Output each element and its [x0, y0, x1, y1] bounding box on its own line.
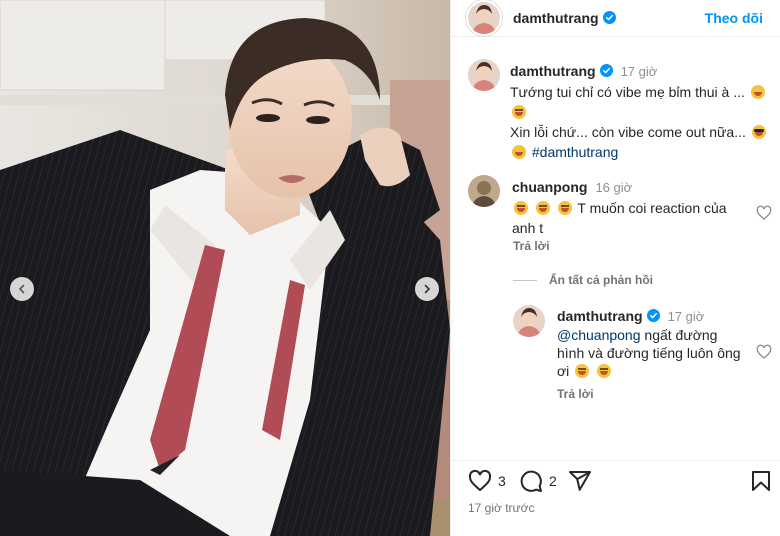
- caption-text-block: damthutrang 17 giờ Tướng tui chỉ có vibe …: [510, 61, 772, 162]
- caption-avatar[interactable]: [468, 59, 500, 91]
- reply-like-button[interactable]: [756, 344, 772, 360]
- reply-text-block: damthutrang 17 giờ @chuanpong ngất đường …: [557, 307, 747, 380]
- laughing-emoji-icon: [512, 105, 526, 119]
- comment-timestamp[interactable]: 16 giờ: [595, 180, 632, 195]
- comment-like-button[interactable]: [756, 205, 772, 221]
- reply-author-avatar[interactable]: [513, 305, 545, 337]
- verified-badge-icon: [646, 309, 660, 322]
- carousel-next-button[interactable]: [415, 277, 439, 301]
- caption-timestamp[interactable]: 17 giờ: [621, 64, 658, 79]
- chevron-right-icon: [424, 284, 431, 294]
- comment-bubble-icon: [520, 470, 542, 492]
- reply-username[interactable]: damthutrang: [557, 308, 643, 324]
- reply-timestamp[interactable]: 17 giờ: [668, 309, 705, 324]
- comment-count[interactable]: 2: [549, 473, 557, 489]
- reply-mention[interactable]: @chuanpong: [557, 327, 641, 343]
- reply-button[interactable]: Trả lời: [513, 239, 550, 253]
- laughing-emoji-icon: [575, 364, 590, 378]
- laughing-emoji-icon: [597, 364, 612, 378]
- smiling-emoji-icon: [512, 145, 526, 159]
- caption-username[interactable]: damthutrang: [510, 63, 596, 79]
- bookmark-icon: [752, 471, 770, 491]
- author-username[interactable]: damthutrang: [513, 10, 616, 26]
- share-button[interactable]: [568, 469, 592, 493]
- caption-line-2: Xin lỗi chứ... còn vibe come out nữa...: [510, 124, 746, 140]
- divider-line: [513, 279, 537, 281]
- reply-button[interactable]: Trả lời: [557, 387, 594, 401]
- sunglasses-emoji-icon: [751, 125, 766, 139]
- author-avatar[interactable]: [466, 0, 502, 36]
- smiling-emoji-icon: [750, 85, 765, 99]
- comment-text-block: chuanpong 16 giờ T muốn coi reaction của …: [512, 177, 744, 238]
- author-username-text: damthutrang: [513, 10, 599, 26]
- instagram-post: damthutrang Theo dõi damthutrang 17 giờ T…: [0, 0, 780, 536]
- caption-line-1: Tướng tui chỉ có vibe mẹ bỉm thui à ...: [510, 84, 745, 100]
- save-button[interactable]: [749, 469, 773, 493]
- comments-list[interactable]: damthutrang 17 giờ Tướng tui chỉ có vibe …: [451, 37, 780, 460]
- heart-icon: [756, 344, 772, 359]
- carousel-prev-button[interactable]: [10, 277, 34, 301]
- heart-icon: [756, 205, 772, 220]
- hide-replies-button[interactable]: Ẩn tất cả phản hồi: [513, 273, 653, 287]
- commenter-avatar[interactable]: [468, 175, 500, 207]
- like-count[interactable]: 3: [498, 473, 506, 489]
- laughing-emoji-icon: [514, 201, 528, 215]
- follow-button[interactable]: Theo dõi: [705, 10, 763, 26]
- comment-username[interactable]: chuanpong: [512, 179, 587, 195]
- hide-replies-label: Ẩn tất cả phản hồi: [549, 273, 654, 287]
- paper-plane-icon: [569, 471, 591, 491]
- heart-icon: [468, 469, 492, 492]
- caption-hashtag[interactable]: #damthutrang: [532, 144, 618, 160]
- post-time-ago[interactable]: 17 giờ trước: [468, 501, 534, 515]
- laughing-emoji-icon: [557, 201, 572, 215]
- like-button[interactable]: 3: [468, 469, 506, 493]
- post-media: [0, 0, 450, 536]
- chevron-left-icon: [18, 284, 25, 294]
- comment-button[interactable]: 2: [519, 469, 557, 493]
- verified-badge-icon: [602, 11, 616, 24]
- post-header: damthutrang Theo dõi: [451, 0, 780, 37]
- verified-badge-icon: [599, 64, 613, 77]
- laughing-emoji-icon: [535, 201, 550, 215]
- post-actions-bar: 3 2 17 giờ trước: [451, 460, 780, 536]
- post-details-panel: damthutrang Theo dõi damthutrang 17 giờ T…: [450, 0, 780, 536]
- post-photo: [0, 0, 450, 536]
